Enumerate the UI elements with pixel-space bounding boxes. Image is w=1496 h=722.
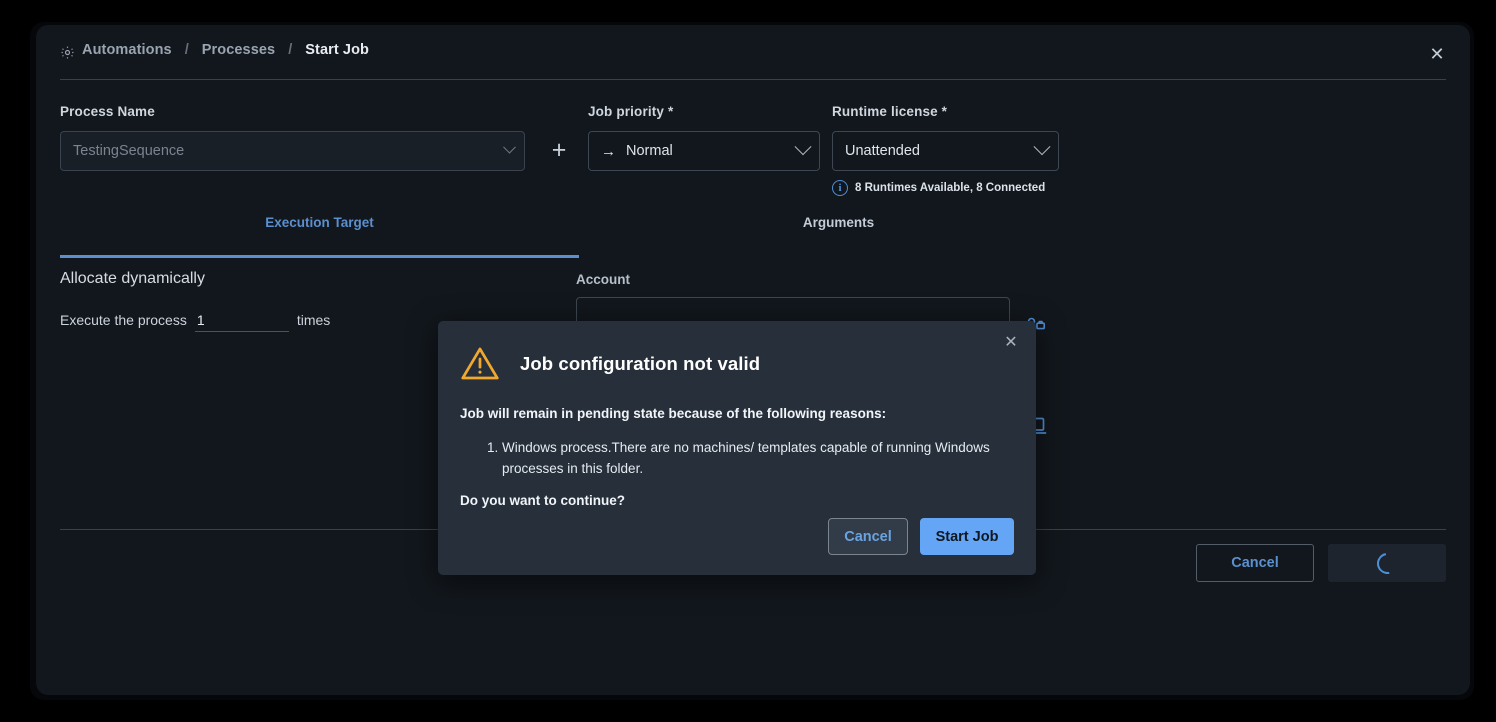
start-job-button-loading[interactable] bbox=[1328, 544, 1446, 582]
runtime-license-field-group: Runtime license * Unattended bbox=[832, 104, 1059, 171]
dialog-actions: Cancel Start Job bbox=[828, 518, 1014, 555]
process-name-label: Process Name bbox=[60, 104, 155, 119]
breadcrumb-item-processes[interactable]: Processes bbox=[202, 42, 275, 58]
dialog-question: Do you want to continue? bbox=[460, 493, 625, 508]
job-configuration-dialog: ✕ Job configuration not valid Job will r… bbox=[438, 321, 1036, 575]
chevron-down-icon bbox=[794, 138, 812, 156]
header-divider bbox=[60, 79, 1446, 80]
runtime-license-value: Unattended bbox=[845, 143, 920, 159]
breadcrumb-separator: / bbox=[288, 42, 293, 58]
warning-icon bbox=[460, 345, 500, 382]
tab-execution-target[interactable]: Execution Target bbox=[60, 210, 579, 258]
gear-automation-icon bbox=[60, 45, 75, 60]
job-priority-value: Normal bbox=[626, 143, 673, 159]
loading-spinner-icon bbox=[1372, 548, 1402, 578]
info-icon: i bbox=[832, 180, 848, 196]
arrow-right-icon: → bbox=[601, 142, 616, 160]
breadcrumb-item-start-job: Start Job bbox=[305, 42, 369, 58]
cancel-button[interactable]: Cancel bbox=[1196, 544, 1314, 582]
tab-arguments[interactable]: Arguments bbox=[579, 210, 1098, 258]
process-name-field-group: Process Name TestingSequence bbox=[60, 104, 525, 171]
chevron-down-icon bbox=[503, 140, 516, 154]
execute-process-suffix-label: times bbox=[296, 312, 331, 328]
job-priority-field-group: Job priority * → Normal bbox=[588, 104, 820, 171]
dialog-start-job-button[interactable]: Start Job bbox=[920, 518, 1014, 555]
dialog-subtitle: Job will remain in pending state because… bbox=[460, 406, 887, 421]
dialog-reason-list: Windows process.There are no machines/ t… bbox=[482, 438, 1010, 480]
dialog-close-icon[interactable]: ✕ bbox=[999, 331, 1023, 355]
dialog-title: Job configuration not valid bbox=[520, 352, 761, 374]
process-name-value: TestingSequence bbox=[73, 143, 185, 159]
dialog-header: Job configuration not valid bbox=[460, 345, 760, 382]
allocate-dynamically-title: Allocate dynamically bbox=[60, 270, 205, 287]
runtime-license-select[interactable]: Unattended bbox=[832, 131, 1059, 171]
execute-count-input[interactable]: 1 bbox=[194, 312, 289, 332]
runtime-availability-note: i 8 Runtimes Available, 8 Connected bbox=[832, 180, 1045, 196]
execute-process-prefix-label: Execute the process bbox=[60, 312, 187, 328]
list-item: Windows process.There are no machines/ t… bbox=[502, 438, 1010, 480]
tab-bar: Execution Target Arguments bbox=[60, 210, 1098, 258]
job-priority-select[interactable]: → Normal bbox=[588, 131, 820, 171]
chevron-down-icon bbox=[1033, 138, 1051, 156]
start-job-panel: Automations / Processes / Start Job ✕ Pr… bbox=[36, 25, 1470, 695]
runtime-availability-text: 8 Runtimes Available, 8 Connected bbox=[855, 182, 1046, 194]
account-label: Account bbox=[576, 272, 630, 287]
job-priority-label: Job priority * bbox=[588, 104, 674, 119]
close-icon[interactable]: ✕ bbox=[1424, 41, 1450, 67]
breadcrumb: Automations / Processes / Start Job bbox=[60, 42, 369, 58]
execute-process-row: Execute the process 1 times bbox=[60, 312, 330, 332]
runtime-license-label: Runtime license * bbox=[832, 104, 948, 119]
screen-root: Automations / Processes / Start Job ✕ Pr… bbox=[0, 0, 1496, 722]
add-process-button[interactable]: + bbox=[544, 135, 574, 165]
panel-header: Automations / Processes / Start Job ✕ bbox=[36, 25, 1470, 83]
dialog-cancel-button[interactable]: Cancel bbox=[828, 518, 908, 555]
process-name-select[interactable]: TestingSequence bbox=[60, 131, 525, 171]
footer-actions: Cancel bbox=[1196, 544, 1446, 582]
breadcrumb-separator: / bbox=[184, 42, 189, 58]
breadcrumb-item-automations[interactable]: Automations bbox=[82, 42, 172, 58]
